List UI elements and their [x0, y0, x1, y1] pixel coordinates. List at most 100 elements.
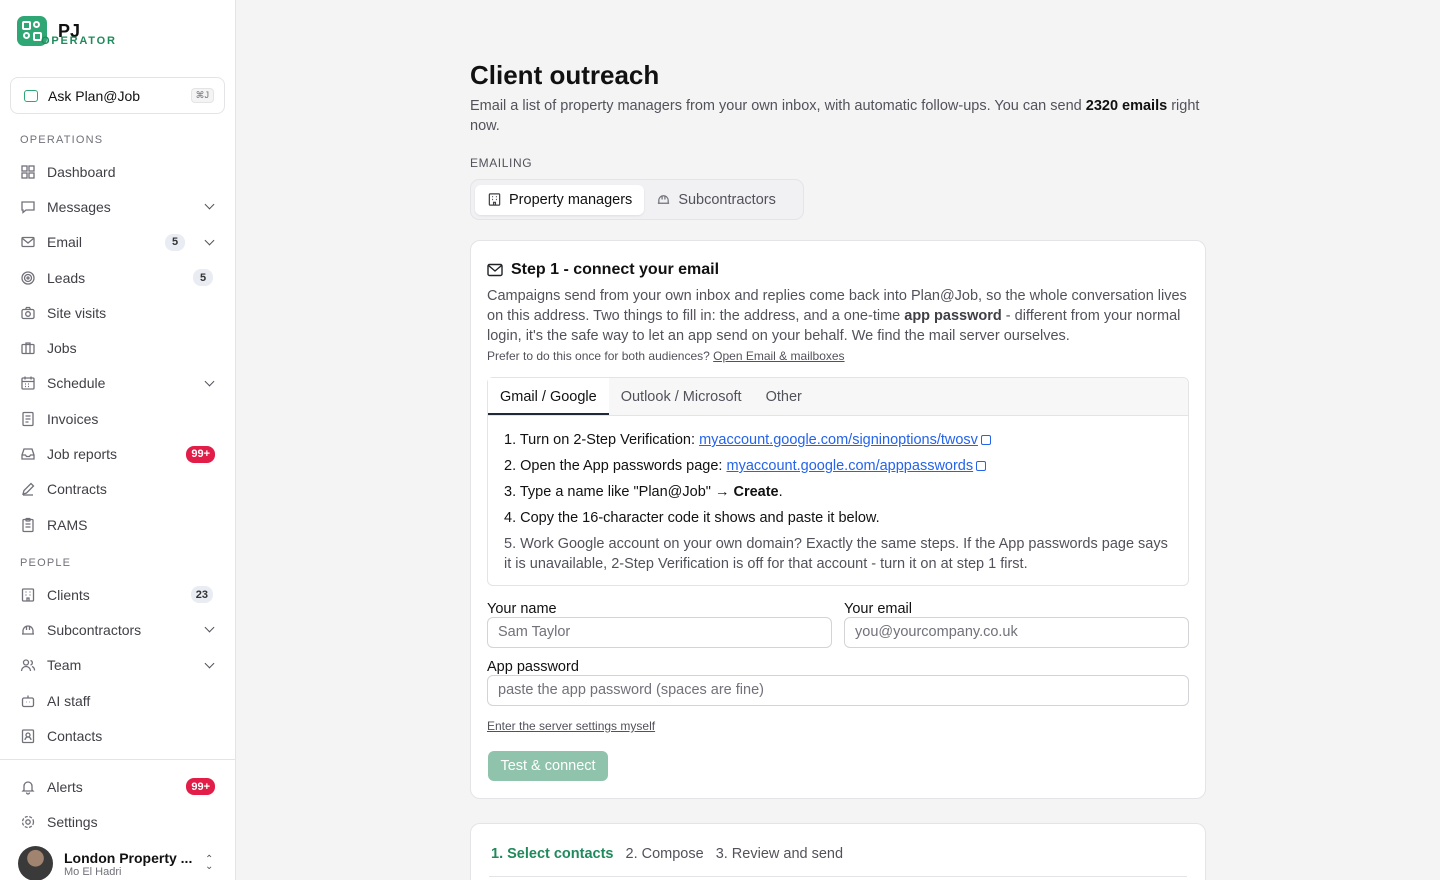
- tab-outlook[interactable]: Outlook / Microsoft: [609, 378, 754, 415]
- sidebar-item-ai-staff[interactable]: AI staff: [10, 683, 225, 718]
- sidebar-item-label: Dashboard: [47, 163, 116, 180]
- hardhat-icon: [20, 622, 36, 638]
- wizard-divider: [489, 876, 1187, 877]
- sidebar-item-contracts[interactable]: Contracts: [10, 472, 225, 507]
- sidebar-item-messages[interactable]: Messages: [10, 189, 225, 224]
- list-item: 1. Turn on 2-Step Verification: myaccoun…: [504, 430, 1174, 450]
- wizard-steps: 1. Select contacts 2. Compose 3. Review …: [491, 846, 855, 862]
- test-connect-button[interactable]: Test & connect: [488, 751, 608, 781]
- sidebar-item-job-reports[interactable]: Job reports 99+: [10, 436, 225, 471]
- desc-text: Email a list of property managers from y…: [470, 98, 1086, 114]
- sidebar-item-leads[interactable]: Leads 5: [10, 260, 225, 295]
- chevron-down-icon[interactable]: [204, 235, 215, 246]
- user-name: Mo El Hadri: [64, 865, 122, 878]
- manual-server-settings-link[interactable]: Enter the server settings myself: [487, 719, 655, 733]
- step-text: 2. Open the App passwords page:: [504, 458, 727, 474]
- step-text: 1. Turn on 2-Step Verification:: [504, 432, 700, 448]
- sidebar-item-contacts[interactable]: Contacts: [10, 718, 225, 753]
- avatar: [18, 846, 53, 880]
- sidebar-item-team[interactable]: Team: [10, 648, 225, 683]
- sidebar-item-subcontractors[interactable]: Subcontractors: [10, 612, 225, 647]
- sidebar-item-label: Email: [47, 234, 83, 251]
- count-badge: 5: [165, 233, 185, 251]
- page-title: Client outreach: [470, 60, 660, 90]
- wizard-step-select-contacts[interactable]: 1. Select contacts: [491, 846, 614, 862]
- step-bold: Create: [733, 484, 779, 500]
- target-icon: [20, 270, 36, 286]
- sidebar-item-clients[interactable]: Clients 23: [10, 577, 225, 612]
- sidebar-item-dashboard[interactable]: Dashboard: [10, 154, 225, 189]
- sidebar-item-label: Subcontractors: [47, 621, 142, 638]
- chevron-updown-icon[interactable]: ⌃ ⌄: [205, 855, 213, 872]
- brand-subtitle: OPERATOR: [41, 35, 117, 47]
- shortcut-hint: ⌘J: [190, 88, 214, 103]
- building-icon: [20, 587, 36, 603]
- sidebar-item-label: Job reports: [47, 446, 118, 463]
- sidebar-item-label: RAMS: [47, 516, 88, 533]
- sidebar-item-settings[interactable]: Settings: [10, 804, 225, 839]
- sidebar-item-rams[interactable]: RAMS: [10, 507, 225, 542]
- section-operations: OPERATIONS: [20, 134, 104, 146]
- user-org: London Property ...: [64, 849, 193, 866]
- message-icon: [20, 199, 36, 215]
- tab-other[interactable]: Other: [754, 378, 814, 415]
- alerts-badge: 99+: [186, 778, 215, 796]
- building-icon: [488, 193, 501, 206]
- sidebar-item-schedule[interactable]: Schedule: [10, 366, 225, 401]
- pen-icon: [20, 481, 36, 497]
- emailing-label: EMAILING: [470, 156, 533, 170]
- app-password-input[interactable]: paste the app password (spaces are fine): [487, 675, 1189, 706]
- sidebar-item-alerts[interactable]: Alerts 99+: [10, 769, 225, 804]
- sidebar-item-label: Jobs: [47, 340, 77, 357]
- open-mailboxes-link[interactable]: Open Email & mailboxes: [713, 349, 844, 363]
- email-label: Your email: [844, 601, 912, 617]
- wizard-step-review[interactable]: 3. Review and send: [716, 846, 843, 862]
- sidebar-item-label: Messages: [47, 198, 111, 215]
- sidebar-item-label: Site visits: [47, 304, 107, 321]
- chevron-down-icon[interactable]: [204, 199, 215, 210]
- calendar-icon: [20, 375, 36, 391]
- invoice-icon: [20, 411, 36, 427]
- list-item: 4. Copy the 16-character code it shows a…: [504, 510, 880, 526]
- desc-bold: app password: [904, 308, 1002, 324]
- sidebar-item-invoices[interactable]: Invoices: [10, 401, 225, 436]
- twosv-link[interactable]: myaccount.google.com/signinoptions/twosv: [699, 432, 978, 448]
- chevron-down-icon[interactable]: [204, 658, 215, 669]
- ask-assistant-button[interactable]: Ask Plan@Job ⌘J: [10, 77, 225, 114]
- sidebar-item-email[interactable]: Email 5: [10, 225, 225, 260]
- setup-steps: 1. Turn on 2-Step Verification: myaccoun…: [504, 430, 1174, 580]
- inbox-icon: [20, 446, 36, 462]
- user-switcher[interactable]: London Property ... Mo El Hadri: [18, 846, 192, 880]
- name-input[interactable]: Sam Taylor: [487, 617, 832, 648]
- password-label: App password: [487, 659, 579, 675]
- clipboard-icon: [20, 517, 36, 533]
- apppasswords-link[interactable]: myaccount.google.com/apppasswords: [726, 458, 973, 474]
- segment-property-managers[interactable]: Property managers: [475, 184, 645, 215]
- count-badge: 5: [193, 269, 213, 287]
- provider-tabs-panel: Gmail / Google Outlook / Microsoft Other…: [487, 377, 1189, 586]
- provider-tabs: Gmail / Google Outlook / Microsoft Other: [488, 378, 1188, 416]
- external-link-icon: [976, 461, 987, 471]
- email-input[interactable]: you@yourcompany.co.uk: [844, 617, 1189, 648]
- wizard-step-compose[interactable]: 2. Compose: [626, 846, 704, 862]
- page-description: Email a list of property managers from y…: [470, 96, 1210, 136]
- sidebar-item-label: Clients: [47, 586, 90, 603]
- users-icon: [20, 657, 36, 673]
- count-badge: 23: [190, 586, 213, 604]
- sidebar-item-label: Contracts: [47, 481, 107, 498]
- section-people: PEOPLE: [20, 557, 72, 569]
- chevron-down-icon[interactable]: [204, 376, 215, 387]
- dashboard-icon: [20, 164, 36, 180]
- bot-icon: [20, 693, 36, 709]
- step-text: .: [778, 484, 783, 500]
- chevron-down-icon[interactable]: [204, 622, 215, 633]
- briefcase-icon: [20, 340, 36, 356]
- sidebar-item-label: Invoices: [47, 410, 99, 427]
- audience-switcher: Property managers Subcontractors: [470, 179, 804, 220]
- tab-gmail[interactable]: Gmail / Google: [488, 378, 609, 415]
- sidebar-item-site-visits[interactable]: Site visits: [10, 295, 225, 330]
- sidebar-item-jobs[interactable]: Jobs: [10, 330, 225, 365]
- footer-nav: Alerts 99+ Settings: [10, 769, 225, 840]
- segment-subcontractors[interactable]: Subcontractors: [644, 185, 788, 215]
- ask-label: Ask Plan@Job: [48, 87, 141, 104]
